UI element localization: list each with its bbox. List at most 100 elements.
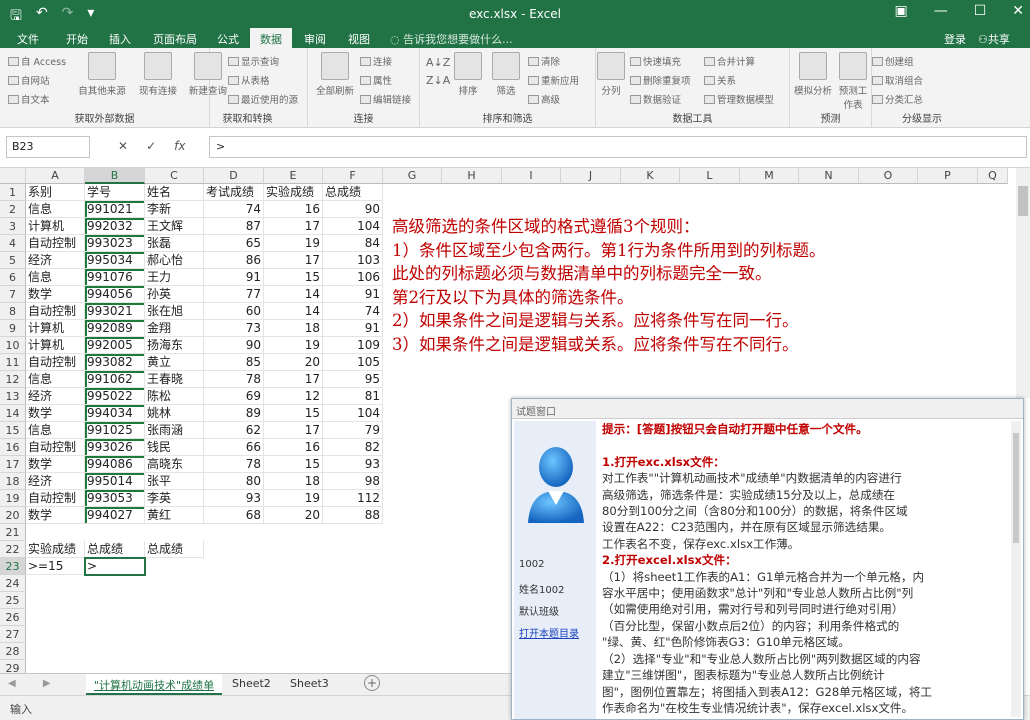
row-header-15[interactable]: 15 <box>0 422 26 439</box>
cell-b8[interactable]: 993021 <box>85 303 145 320</box>
cell-e14[interactable]: 15 <box>264 405 323 422</box>
manage-data-model-button[interactable]: 管理数据模型 <box>704 92 774 106</box>
cell-c18[interactable]: 张平 <box>145 473 204 490</box>
cell-e8[interactable]: 14 <box>264 303 323 320</box>
cell-d12[interactable]: 78 <box>204 371 264 388</box>
column-header-f[interactable]: F <box>323 168 383 184</box>
cell-d4[interactable]: 65 <box>204 235 264 252</box>
cell-c11[interactable]: 黄立 <box>145 354 204 371</box>
flash-fill-button[interactable]: 快速填充 <box>630 54 681 68</box>
cell-f10[interactable]: 109 <box>323 337 383 354</box>
cell-a6[interactable]: 信息 <box>26 269 85 286</box>
column-header-d[interactable]: D <box>204 168 264 184</box>
close-icon[interactable]: ✕ <box>1012 3 1024 19</box>
cell-b15[interactable]: 991025 <box>85 422 145 439</box>
sort-za-icon[interactable]: Z↓A <box>426 74 450 87</box>
cell-d17[interactable]: 78 <box>204 456 264 473</box>
row-header-12[interactable]: 12 <box>0 371 26 388</box>
cell-f8[interactable]: 74 <box>323 303 383 320</box>
tab-review[interactable]: 审阅 <box>304 31 326 47</box>
cell-e18[interactable]: 18 <box>264 473 323 490</box>
cell-d1[interactable]: 考试成绩 <box>204 184 264 201</box>
cell-a16[interactable]: 自动控制 <box>26 439 85 456</box>
cell-c17[interactable]: 高晓东 <box>145 456 204 473</box>
column-header-o[interactable]: O <box>859 168 918 184</box>
cell-b6[interactable]: 991076 <box>85 269 145 286</box>
cell-f18[interactable]: 98 <box>323 473 383 490</box>
cell-d19[interactable]: 93 <box>204 490 264 507</box>
row-header-8[interactable]: 8 <box>0 303 26 320</box>
cell-f9[interactable]: 91 <box>323 320 383 337</box>
other-sources-button[interactable]: 自其他来源 <box>76 52 128 97</box>
row-header-13[interactable]: 13 <box>0 388 26 405</box>
row-header-6[interactable]: 6 <box>0 269 26 286</box>
cell-f2[interactable]: 90 <box>323 201 383 218</box>
cell-f1[interactable]: 总成绩 <box>323 184 383 201</box>
cell-b5[interactable]: 995034 <box>85 252 145 269</box>
cell-c6[interactable]: 王力 <box>145 269 204 286</box>
cell-c22[interactable]: 总成绩 <box>145 541 204 558</box>
cell-b9[interactable]: 992089 <box>85 320 145 337</box>
cell-b7[interactable]: 994056 <box>85 286 145 303</box>
tab-insert[interactable]: 插入 <box>109 31 131 47</box>
reapply-button[interactable]: 重新应用 <box>528 73 579 87</box>
tab-view[interactable]: 视图 <box>348 31 370 47</box>
column-header-j[interactable]: J <box>561 168 621 184</box>
clear-filter-button[interactable]: 清除 <box>528 54 560 68</box>
column-header-h[interactable]: H <box>442 168 502 184</box>
cell-b13[interactable]: 995022 <box>85 388 145 405</box>
ungroup-button[interactable]: 取消组合 <box>872 73 923 87</box>
cell-b20[interactable]: 994027 <box>85 507 145 524</box>
cell-b3[interactable]: 992032 <box>85 218 145 235</box>
cell-e11[interactable]: 20 <box>264 354 323 371</box>
data-validation-button[interactable]: 数据验证 <box>630 92 681 106</box>
row-header-22[interactable]: 22 <box>0 541 26 558</box>
cell-e6[interactable]: 15 <box>264 269 323 286</box>
cell-b1[interactable]: 学号 <box>85 184 145 201</box>
cell-a5[interactable]: 经济 <box>26 252 85 269</box>
cell-f19[interactable]: 112 <box>323 490 383 507</box>
cancel-icon[interactable]: ✕ <box>118 139 128 153</box>
select-all-corner[interactable] <box>0 168 26 184</box>
recent-sources-button[interactable]: 最近使用的源 <box>228 92 298 106</box>
sheet-nav-arrows[interactable]: ◀ ▶ <box>8 678 63 689</box>
cell-d18[interactable]: 80 <box>204 473 264 490</box>
cell-a11[interactable]: 自动控制 <box>26 354 85 371</box>
share-button[interactable]: ⚇共享 <box>978 31 1010 47</box>
cell-b4[interactable]: 993023 <box>85 235 145 252</box>
insert-function-icon[interactable]: fx <box>174 139 185 153</box>
row-header-19[interactable]: 19 <box>0 490 26 507</box>
cell-b19[interactable]: 993053 <box>85 490 145 507</box>
cell-c10[interactable]: 扬海东 <box>145 337 204 354</box>
cell-f3[interactable]: 104 <box>323 218 383 235</box>
column-header-l[interactable]: L <box>680 168 740 184</box>
cell-d7[interactable]: 77 <box>204 286 264 303</box>
cell-d2[interactable]: 74 <box>204 201 264 218</box>
cell-e2[interactable]: 16 <box>264 201 323 218</box>
tab-formulas[interactable]: 公式 <box>217 31 239 47</box>
row-header-17[interactable]: 17 <box>0 456 26 473</box>
login-link[interactable]: 登录 <box>944 31 966 47</box>
cell-f4[interactable]: 84 <box>323 235 383 252</box>
from-access-button[interactable]: 自 Access <box>8 54 66 68</box>
row-header-4[interactable]: 4 <box>0 235 26 252</box>
cell-f20[interactable]: 88 <box>323 507 383 524</box>
sort-az-icon[interactable]: A↓Z <box>426 56 450 69</box>
forecast-sheet-button[interactable]: 预测工作表 <box>836 52 870 111</box>
cell-e1[interactable]: 实验成绩 <box>264 184 323 201</box>
column-header-b[interactable]: B <box>85 168 145 184</box>
cell-f6[interactable]: 106 <box>323 269 383 286</box>
row-header-7[interactable]: 7 <box>0 286 26 303</box>
cell-b16[interactable]: 993026 <box>85 439 145 456</box>
column-header-k[interactable]: K <box>621 168 680 184</box>
row-header-14[interactable]: 14 <box>0 405 26 422</box>
cell-d3[interactable]: 87 <box>204 218 264 235</box>
row-header-21[interactable]: 21 <box>0 524 26 541</box>
enter-icon[interactable]: ✓ <box>146 139 156 153</box>
column-header-m[interactable]: M <box>740 168 799 184</box>
from-text-button[interactable]: 自文本 <box>8 92 50 106</box>
cell-b18[interactable]: 995014 <box>85 473 145 490</box>
cell-c5[interactable]: 郝心怡 <box>145 252 204 269</box>
cell-d10[interactable]: 90 <box>204 337 264 354</box>
column-header-g[interactable]: G <box>383 168 442 184</box>
